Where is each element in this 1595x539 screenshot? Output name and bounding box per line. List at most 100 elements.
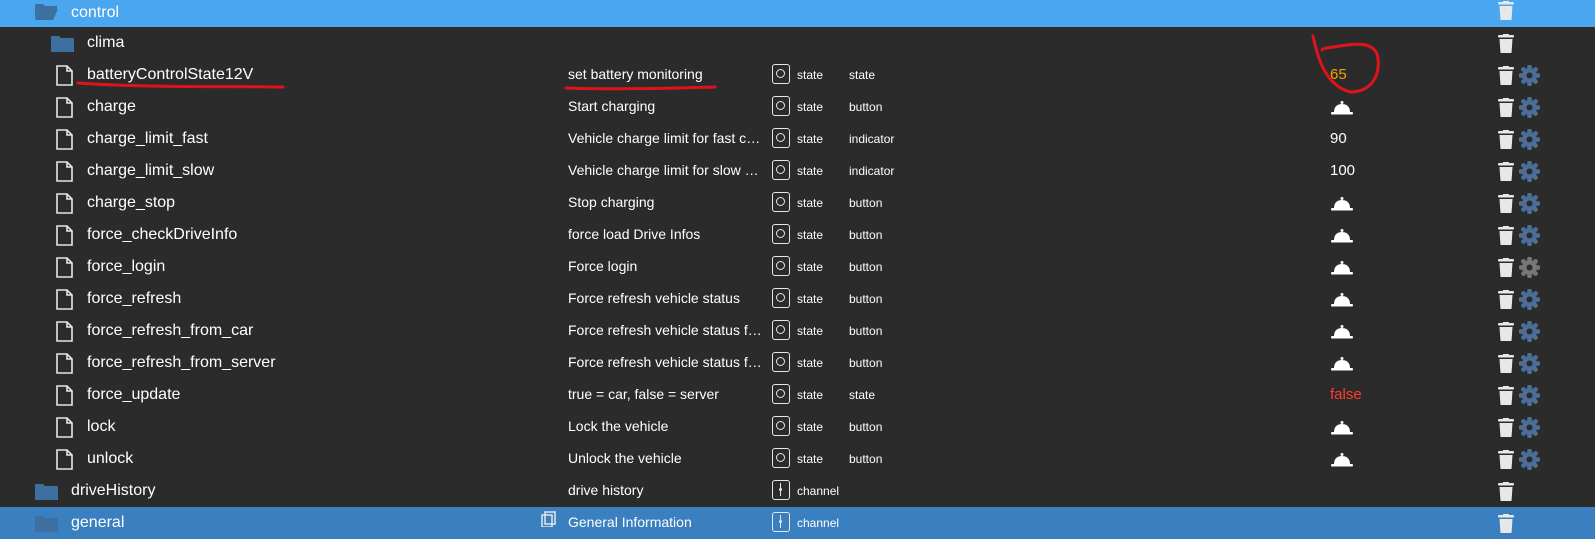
tree-item-label: force_refresh_from_server: [87, 354, 276, 371]
gear-icon[interactable]: [1519, 257, 1540, 278]
trash-icon[interactable]: [1498, 130, 1514, 149]
description: true = car, false = server: [568, 386, 719, 402]
file-icon: [56, 321, 73, 342]
tree-item-label: driveHistory: [71, 482, 156, 499]
trash-icon[interactable]: [1498, 418, 1514, 437]
gear-icon[interactable]: [1519, 193, 1540, 214]
copy-icon[interactable]: [541, 511, 557, 527]
trash-icon[interactable]: [1498, 322, 1514, 341]
tree-row-state[interactable]: force_update true = car, false = server …: [0, 379, 1595, 411]
tree-row-state[interactable]: charge_limit_slow Vehicle charge limit f…: [0, 155, 1595, 187]
tree-item-label: batteryControlState12V: [87, 66, 254, 83]
tree-row-state[interactable]: force_refresh_from_server Force refresh …: [0, 347, 1595, 379]
type-label: state: [797, 356, 824, 370]
role-label: button: [849, 100, 883, 114]
description: Force login: [568, 258, 638, 274]
bell-icon[interactable]: [1331, 357, 1353, 371]
description: Force refresh vehicle status from car: [568, 322, 764, 338]
tree-row-state[interactable]: batteryControlState12V set battery monit…: [0, 59, 1595, 91]
tree-item-label: force_refresh_from_car: [87, 322, 254, 339]
tree-row-state[interactable]: charge Start charging state button: [0, 91, 1595, 123]
tree-row-state[interactable]: force_refresh_from_car Force refresh veh…: [0, 315, 1595, 347]
description: Vehicle charge limit for fast charging: [568, 130, 764, 146]
bell-icon[interactable]: [1331, 197, 1353, 211]
tree-row-state[interactable]: lock Lock the vehicle state button: [0, 411, 1595, 443]
tree-row-state[interactable]: charge_stop Stop charging state button: [0, 187, 1595, 219]
role-label: state: [849, 388, 876, 402]
bell-icon[interactable]: [1331, 293, 1353, 307]
tree-row-general[interactable]: general General Information channel: [0, 507, 1595, 539]
trash-icon[interactable]: [1498, 482, 1514, 501]
tree-row-control[interactable]: control: [0, 0, 1595, 27]
trash-icon[interactable]: [1498, 34, 1514, 53]
trash-icon[interactable]: [1498, 162, 1514, 181]
file-icon: [56, 161, 73, 182]
tree-item-label: clima: [87, 34, 125, 51]
type-label: state: [797, 196, 824, 210]
tree-row-state[interactable]: force_checkDriveInfo force load Drive In…: [0, 219, 1595, 251]
state-type-icon: [772, 448, 790, 468]
type-label: state: [797, 100, 824, 114]
file-icon: [56, 225, 73, 246]
channel-type-icon: [772, 512, 790, 532]
gear-icon[interactable]: [1519, 417, 1540, 438]
gear-icon[interactable]: [1519, 321, 1540, 342]
role-label: button: [849, 292, 883, 306]
role-label: indicator: [849, 132, 895, 146]
gear-icon[interactable]: [1519, 161, 1540, 182]
gear-icon[interactable]: [1519, 225, 1540, 246]
file-icon: [56, 129, 73, 150]
gear-icon[interactable]: [1519, 353, 1540, 374]
trash-icon[interactable]: [1498, 194, 1514, 213]
gear-icon[interactable]: [1519, 449, 1540, 470]
file-icon: [56, 65, 73, 86]
bell-icon[interactable]: [1331, 229, 1353, 243]
tree-item-label: charge_limit_slow: [87, 162, 215, 179]
trash-icon[interactable]: [1498, 258, 1514, 277]
tree-row-state[interactable]: force_refresh Force refresh vehicle stat…: [0, 283, 1595, 315]
tree-row-state[interactable]: force_login Force login state button: [0, 251, 1595, 283]
description: force load Drive Infos: [568, 226, 701, 242]
state-value[interactable]: false: [1330, 386, 1362, 403]
trash-icon[interactable]: [1498, 450, 1514, 469]
gear-icon[interactable]: [1519, 385, 1540, 406]
role-label: indicator: [849, 164, 895, 178]
channel-type-icon: [772, 480, 790, 500]
trash-icon[interactable]: [1498, 66, 1514, 85]
bell-icon[interactable]: [1331, 421, 1353, 435]
role-label: state: [849, 68, 876, 82]
role-label: button: [849, 196, 883, 210]
description: General Information: [568, 514, 692, 530]
type-label: state: [797, 68, 824, 82]
tree-row-drivehistory[interactable]: driveHistory drive history channel: [0, 475, 1595, 507]
trash-icon[interactable]: [1498, 514, 1514, 533]
tree-row-clima[interactable]: clima: [0, 27, 1595, 59]
bell-icon[interactable]: [1331, 261, 1353, 275]
state-type-icon: [772, 160, 790, 180]
gear-icon[interactable]: [1519, 65, 1540, 86]
file-icon: [56, 353, 73, 374]
description: Lock the vehicle: [568, 418, 669, 434]
tree-row-state[interactable]: charge_limit_fast Vehicle charge limit f…: [0, 123, 1595, 155]
bell-icon[interactable]: [1331, 325, 1353, 339]
gear-icon[interactable]: [1519, 289, 1540, 310]
state-type-icon: [772, 192, 790, 212]
trash-icon[interactable]: [1498, 1, 1514, 20]
trash-icon[interactable]: [1498, 290, 1514, 309]
trash-icon[interactable]: [1498, 386, 1514, 405]
state-value[interactable]: 90: [1330, 130, 1347, 147]
gear-icon[interactable]: [1519, 97, 1540, 118]
state-value[interactable]: 100: [1330, 162, 1355, 179]
state-value[interactable]: 65: [1330, 66, 1347, 83]
role-label: button: [849, 324, 883, 338]
bell-icon[interactable]: [1331, 453, 1353, 467]
folder-open-icon: [35, 4, 58, 20]
trash-icon[interactable]: [1498, 354, 1514, 373]
bell-icon[interactable]: [1331, 101, 1353, 115]
type-label: state: [797, 132, 824, 146]
trash-icon[interactable]: [1498, 226, 1514, 245]
gear-icon[interactable]: [1519, 129, 1540, 150]
trash-icon[interactable]: [1498, 98, 1514, 117]
tree-row-state[interactable]: unlock Unlock the vehicle state button: [0, 443, 1595, 475]
state-type-icon: [772, 352, 790, 372]
